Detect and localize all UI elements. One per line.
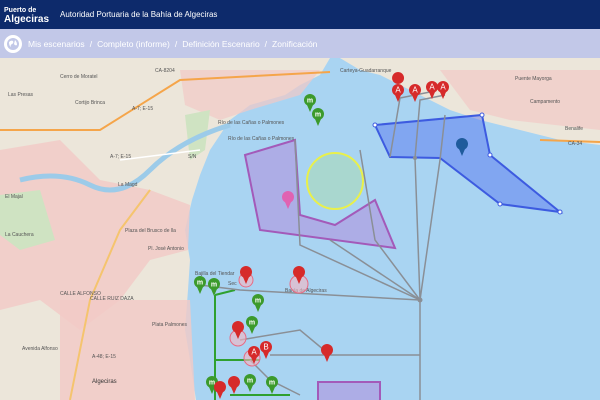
zone-vertex bbox=[557, 209, 563, 215]
app-title: Autoridad Portuaria de la Bahía de Algec… bbox=[60, 10, 218, 19]
map-label: La Cauchera bbox=[5, 232, 34, 238]
map-label: A-7; E-15 bbox=[110, 154, 131, 160]
breadcrumb-completo[interactable]: Completo (informe) bbox=[97, 39, 170, 49]
marker-label: m bbox=[197, 280, 203, 287]
map-label: La Magd bbox=[118, 182, 138, 188]
zone-vertex bbox=[372, 122, 378, 128]
marker-label: m bbox=[209, 380, 215, 387]
marker-label: A bbox=[251, 348, 257, 357]
map-canvas[interactable]: CA-8204 Cerro de Moratel Las Presas Cort… bbox=[0, 58, 600, 400]
marker-label: A bbox=[429, 83, 435, 92]
marker-label: m bbox=[247, 378, 253, 385]
marker-label: m bbox=[249, 320, 255, 327]
marker-label: m bbox=[307, 98, 313, 105]
marker-label: m bbox=[211, 282, 217, 289]
zone-circle[interactable] bbox=[306, 152, 364, 210]
map-label: Campamento bbox=[530, 99, 560, 105]
breadcrumb-separator: / bbox=[174, 38, 178, 49]
route-node bbox=[413, 156, 417, 160]
marker-label: m bbox=[269, 380, 275, 387]
map-label: Cortijo Brinca bbox=[75, 100, 105, 106]
map-label: Sec bbox=[228, 281, 237, 287]
breadcrumb-separator: / bbox=[89, 38, 93, 49]
map-label: Carteya-Guadarranque bbox=[340, 68, 392, 74]
marker-label: B bbox=[263, 343, 268, 352]
map-label: Avenida Alfonso bbox=[22, 346, 58, 352]
map-label: CALLE RUIZ DAZA bbox=[90, 296, 134, 302]
map-label: Las Presas bbox=[8, 92, 34, 98]
breadcrumb-zonificacion[interactable]: Zonificación bbox=[272, 39, 317, 49]
zone-vertex bbox=[497, 201, 503, 207]
marker-label: A bbox=[395, 86, 401, 95]
marker-label: m bbox=[315, 112, 321, 119]
map-label: Río de las Cañas o Palmones bbox=[228, 136, 295, 142]
map-label: A-7; E-15 bbox=[132, 106, 153, 112]
map-label: Benalife bbox=[565, 126, 583, 132]
marker-label: A bbox=[412, 86, 418, 95]
map-label-city: Algeciras bbox=[92, 379, 117, 385]
marker-label: A bbox=[440, 83, 446, 92]
map-label: A-48; E-15 bbox=[92, 354, 116, 360]
zone-vertex bbox=[479, 112, 485, 118]
zone-vertex bbox=[487, 152, 493, 158]
marker-label: m bbox=[255, 298, 261, 305]
zone-purple-south[interactable] bbox=[317, 381, 381, 400]
map-label: S/N bbox=[188, 154, 197, 160]
map-label: Pl. José Antonio bbox=[148, 246, 184, 252]
breadcrumb-separator: / bbox=[264, 38, 268, 49]
breadcrumb: Mis escenarios / Completo (informe) / De… bbox=[0, 29, 600, 58]
map-label: CA-34 bbox=[568, 141, 582, 147]
logo-line2: Algeciras bbox=[4, 13, 50, 25]
map-label: CA-8204 bbox=[155, 68, 175, 74]
top-header: Puerto de Algeciras Autoridad Portuaria … bbox=[0, 0, 600, 29]
map-label: Plata Palmones bbox=[152, 322, 188, 328]
map-label: Río de las Cañas o Palmones bbox=[218, 120, 285, 126]
map-label: Puente Mayorga bbox=[515, 76, 552, 82]
map-label: Cerro de Moratel bbox=[60, 74, 98, 80]
breadcrumb-definicion[interactable]: Definición Escenario bbox=[182, 39, 259, 49]
route-node bbox=[417, 297, 423, 303]
map-label: Plaza del Brusco de lla bbox=[125, 228, 176, 234]
breadcrumb-mis-escenarios[interactable]: Mis escenarios bbox=[28, 39, 85, 49]
port-logo[interactable]: Puerto de Algeciras bbox=[0, 0, 52, 29]
map-label: El Majal bbox=[5, 194, 23, 200]
globe-icon[interactable] bbox=[4, 34, 22, 53]
